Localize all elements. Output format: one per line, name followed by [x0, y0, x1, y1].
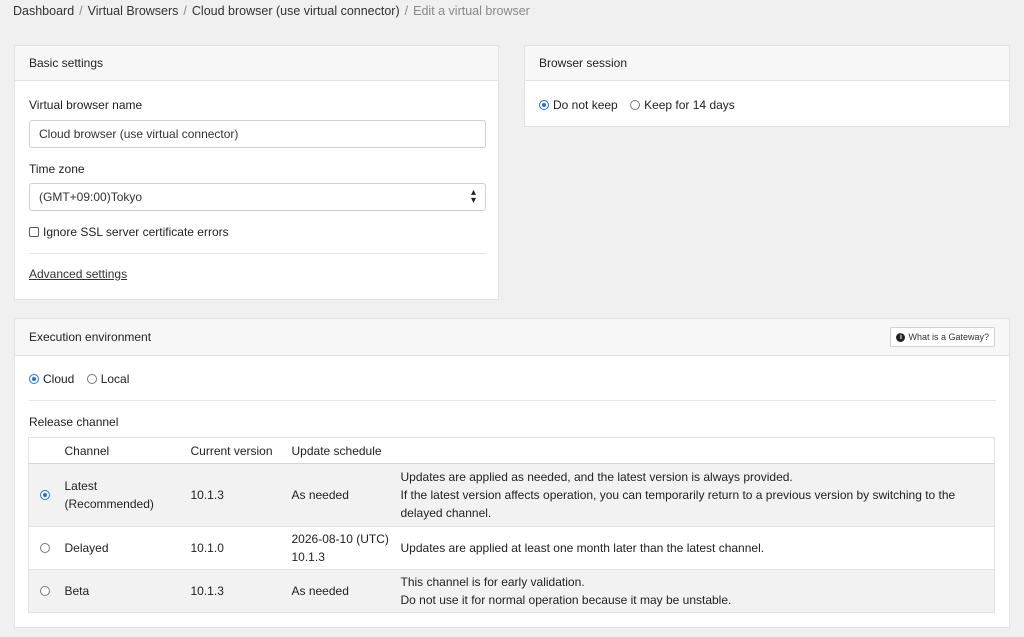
- description-line: This channel is for early validation.: [400, 575, 585, 589]
- cell-version: 10.1.3: [190, 488, 224, 502]
- header-channel: Channel: [64, 443, 110, 458]
- radio-selected-icon[interactable]: [29, 374, 39, 384]
- ignore-ssl-row: Ignore SSL server certificate errors: [29, 225, 229, 239]
- env-option-label: Local: [100, 372, 130, 386]
- cell-description: Updates are applied at least one month l…: [400, 541, 765, 555]
- browser-session-card: Browser session Do not keep Keep for 14 …: [524, 45, 1010, 127]
- what-is-gateway-button[interactable]: i What is a Gateway?: [890, 327, 995, 347]
- description-line: If the latest version affects operation,…: [400, 488, 956, 502]
- cell-description: This channel is for early validation. Do …: [401, 570, 995, 613]
- radio-selected-icon[interactable]: [539, 100, 549, 110]
- breadcrumb-separator: /: [79, 4, 83, 18]
- session-option-label: Keep for 14 days: [644, 98, 735, 112]
- schedule-version: 10.1.3: [291, 550, 325, 564]
- env-option-local[interactable]: Local: [86, 372, 130, 386]
- execution-environment-header: Execution environment i What is a Gatewa…: [15, 319, 1009, 356]
- execution-environment-title: Execution environment: [29, 330, 152, 344]
- breadcrumb-separator: /: [404, 4, 409, 18]
- what-is-gateway-label: What is a Gateway?: [908, 332, 989, 342]
- env-options: Cloud Local: [29, 372, 129, 386]
- radio-selected-icon[interactable]: [40, 490, 50, 500]
- session-option-do-not-keep[interactable]: Do not keep: [539, 98, 618, 112]
- env-option-cloud[interactable]: Cloud: [29, 372, 74, 386]
- radio-unselected-icon[interactable]: [86, 374, 97, 384]
- radio-unselected-icon[interactable]: [630, 100, 641, 110]
- cell-channel: Beta: [64, 584, 90, 598]
- release-channel-label: Release channel: [29, 415, 119, 429]
- execution-divider: [29, 400, 996, 401]
- cell-schedule: As needed: [291, 584, 349, 598]
- session-option-keep-14-days[interactable]: Keep for 14 days: [630, 98, 735, 112]
- table-row-delayed[interactable]: Delayed 10.1.0 2026-08-10 (UTC) 10.1.3 Up…: [28, 526, 995, 570]
- release-channel-table: Channel Current version Update schedule …: [28, 437, 995, 613]
- description-line: delayed channel.: [400, 506, 492, 520]
- radio-unselected-icon[interactable]: [40, 543, 50, 553]
- header-update-schedule: Update schedule: [291, 443, 382, 458]
- breadcrumb-current: Edit a virtual browser: [413, 4, 530, 18]
- header-current-version: Current version: [190, 443, 273, 458]
- table-row-beta[interactable]: Beta 10.1.3 As needed This channel is fo…: [28, 569, 995, 613]
- basic-settings-header: Basic settings: [15, 46, 498, 81]
- cell-radio[interactable]: [29, 464, 65, 527]
- session-options: Do not keep Keep for 14 days: [539, 98, 735, 112]
- info-icon: i: [896, 332, 906, 342]
- basic-settings-card: Basic settings Virtual browser name Clou…: [14, 45, 499, 300]
- description-line: Do not use it for normal operation becau…: [400, 593, 732, 607]
- timezone-select[interactable]: (GMT+09:00)Tokyo ▴ ▾: [29, 183, 486, 211]
- channel-note: (Recommended): [64, 497, 154, 511]
- cell-description: Updates are applied as needed, and the l…: [401, 464, 995, 527]
- radio-unselected-icon[interactable]: [40, 586, 50, 596]
- cell-schedule: As needed: [291, 488, 349, 502]
- breadcrumb-cloud-browser[interactable]: Cloud browser (use virtual connector): [192, 4, 400, 18]
- browser-session-header: Browser session: [525, 46, 1009, 81]
- channel-name: Latest: [64, 479, 98, 493]
- cell-radio[interactable]: [29, 527, 65, 570]
- timezone-value: (GMT+09:00)Tokyo: [39, 190, 143, 204]
- cell-channel: Delayed: [64, 541, 109, 555]
- header-description: [401, 438, 995, 464]
- cell-version: 10.1.3: [190, 584, 224, 598]
- browser-name-value: Cloud browser (use virtual connector): [39, 127, 239, 141]
- schedule-date: 2026-08-10 (UTC): [291, 532, 389, 546]
- session-option-label: Do not keep: [553, 98, 618, 112]
- advanced-settings-link[interactable]: Advanced settings: [29, 267, 127, 281]
- cell-radio[interactable]: [29, 570, 65, 613]
- browser-name-input[interactable]: Cloud browser (use virtual connector): [29, 120, 486, 148]
- cell-channel: Latest (Recommended): [65, 464, 191, 527]
- cell-version: 10.1.0: [190, 541, 224, 555]
- breadcrumb: Dashboard / Virtual Browsers / Cloud browser…: [13, 4, 530, 18]
- basic-settings-divider: [29, 253, 486, 254]
- cell-schedule: 2026-08-10 (UTC) 10.1.3: [292, 527, 401, 570]
- browser-session-title: Browser session: [539, 56, 628, 70]
- select-caret-icon: ▴ ▾: [470, 187, 476, 206]
- browser-name-label: Virtual browser name: [29, 98, 143, 112]
- env-option-label: Cloud: [43, 372, 75, 386]
- table-row-latest[interactable]: Latest (Recommended) 10.1.3 As needed Upd…: [28, 463, 995, 527]
- table-header-row: Channel Current version Update schedule: [28, 437, 995, 464]
- breadcrumb-separator: /: [183, 4, 187, 18]
- breadcrumb-dashboard[interactable]: Dashboard: [13, 4, 74, 18]
- timezone-label: Time zone: [29, 162, 85, 176]
- breadcrumb-virtual-browsers[interactable]: Virtual Browsers: [88, 4, 179, 18]
- ignore-ssl-checkbox[interactable]: [29, 227, 39, 237]
- basic-settings-title: Basic settings: [29, 56, 104, 70]
- description-line: Updates are applied as needed, and the l…: [400, 470, 793, 484]
- ignore-ssl-label[interactable]: Ignore SSL server certificate errors: [43, 225, 229, 239]
- header-select: [29, 438, 65, 464]
